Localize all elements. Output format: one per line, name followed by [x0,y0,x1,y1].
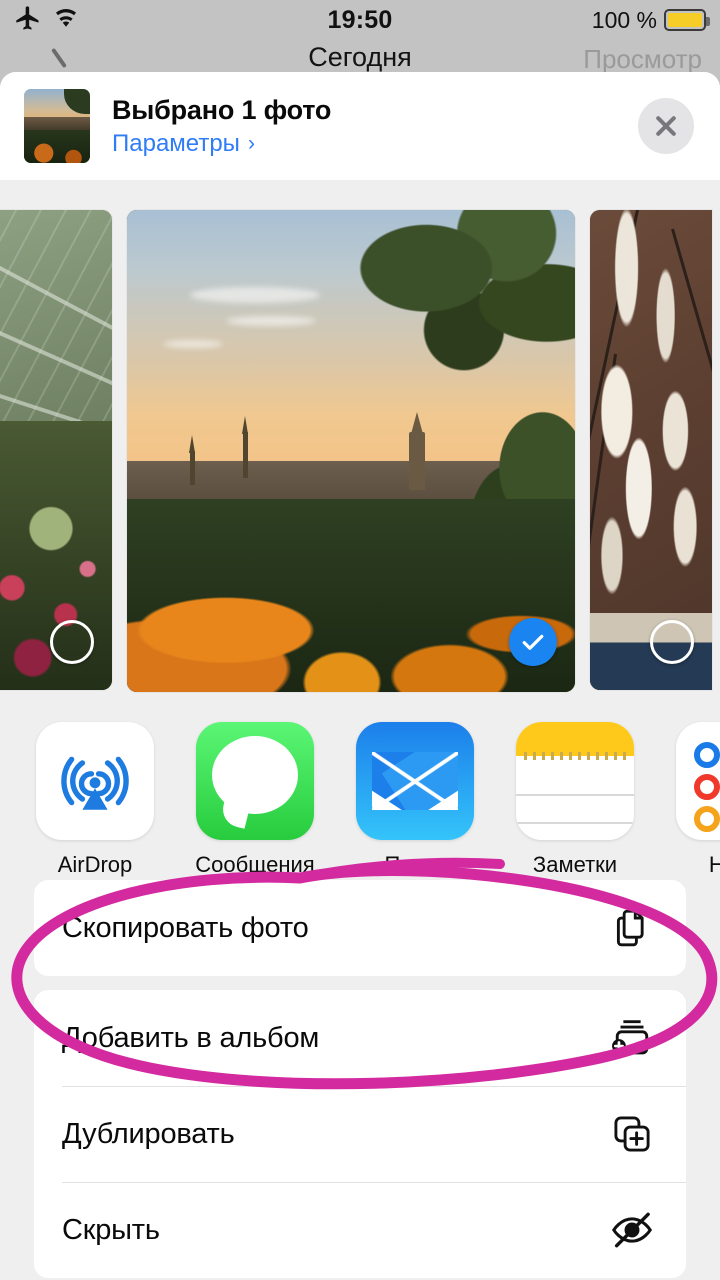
header-divider [0,180,720,210]
action-label: Дублировать [62,1117,235,1150]
battery-percent: 100 % [591,6,657,33]
battery-icon [664,9,710,31]
share-sheet-header-texts: Выбрано 1 фото Параметры › [112,95,331,158]
add-to-album-icon [606,1012,658,1064]
photo-select-circle[interactable] [50,620,94,664]
action-row-add-to-album[interactable]: Добавить в альбом [34,990,686,1086]
app-label: Почта [384,852,446,877]
share-target-messages[interactable]: Сообщения [194,722,316,878]
action-row-duplicate[interactable]: Дублировать [34,1086,686,1182]
selected-photo-thumbnail [24,89,90,163]
action-card-copy: Скопировать фото [34,880,686,976]
app-label: AirDrop [57,852,133,877]
close-icon [653,113,679,139]
mail-icon [356,722,474,840]
reminders-icon [676,722,720,840]
messages-icon [196,722,314,840]
action-row-hide[interactable]: Скрыть [34,1182,686,1278]
copy-icon [606,902,658,954]
magnolia-photo[interactable] [590,210,712,690]
status-bar-right: 100 % [591,6,710,34]
selection-title: Выбрано 1 фото [112,94,332,125]
photo-selected-checkmark[interactable] [509,618,557,666]
share-app-row: AirDrop Сообщения Почта Заметки Н [0,700,720,880]
app-label: Заметки [532,852,618,877]
share-action-list: Скопировать фото Добавить в альбом Дубли… [0,880,720,1278]
city-sunset-photo[interactable] [127,210,575,692]
share-target-notes[interactable]: Заметки [514,722,636,878]
duplicate-icon [606,1108,658,1160]
photo-select-circle[interactable] [650,620,694,664]
options-link-label: Параметры [112,129,240,157]
action-label: Добавить в альбом [62,1021,320,1054]
action-label: Скопировать фото [62,911,309,944]
hide-eye-slash-icon [606,1204,658,1256]
action-row-copy-photo[interactable]: Скопировать фото [34,880,686,976]
options-link[interactable]: Параметры › [112,130,331,158]
app-label: Напо [708,852,720,877]
share-sheet: Выбрано 1 фото Параметры › AirDrop Сообщ… [0,72,720,1280]
photo-strip [0,210,720,700]
share-sheet-header: Выбрано 1 фото Параметры › [0,72,720,180]
status-bar: 19:50 100 % [0,0,720,40]
action-card-rest: Добавить в альбом Дублировать Скрыть [34,990,686,1278]
nav-right-action[interactable]: Просмотр [583,44,702,75]
share-target-airdrop[interactable]: AirDrop [34,722,156,878]
greenhouse-photo[interactable] [0,210,112,690]
close-button[interactable] [638,98,694,154]
chevron-right-icon: › [247,131,255,155]
notes-icon [516,722,634,840]
app-label: Сообщения [195,852,315,877]
action-label: Скрыть [62,1213,160,1246]
share-target-mail[interactable]: Почта [354,722,476,878]
share-target-reminders[interactable]: Напо [674,722,720,878]
airdrop-icon [36,722,154,840]
